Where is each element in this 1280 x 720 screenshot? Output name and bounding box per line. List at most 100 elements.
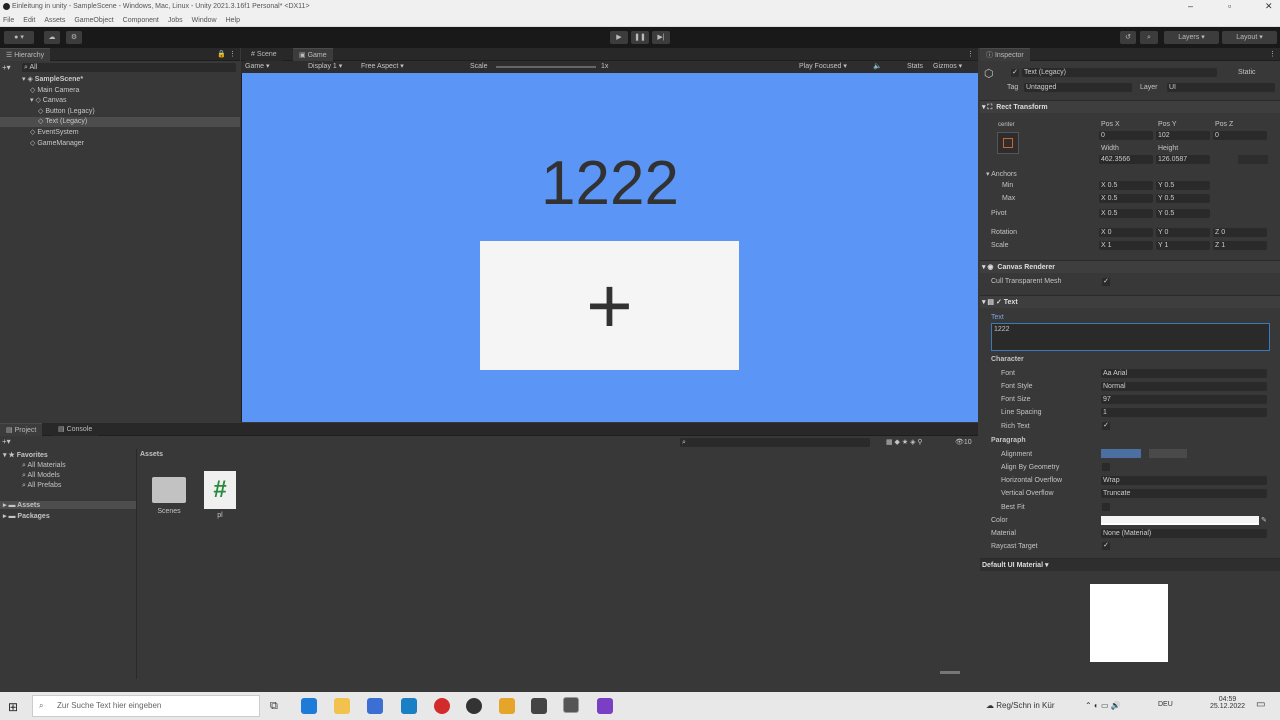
vertical-overflow-dropdown[interactable]: Truncate [1101, 489, 1267, 498]
opera-icon[interactable] [434, 698, 450, 714]
favorites-node[interactable]: ▾ ★ Favorites [3, 451, 48, 459]
pivot-y[interactable]: Y 0.5 [1156, 209, 1210, 218]
tab-scene[interactable]: # Scene [245, 48, 283, 61]
pos-y-field[interactable]: 102 [1156, 131, 1210, 140]
hierarchy-item[interactable]: ◇ Text (Legacy) [0, 117, 240, 128]
hierarchy-item[interactable]: ◇ EventSystem [0, 128, 240, 138]
color-swatch[interactable] [1101, 516, 1259, 525]
app-badge-icon[interactable] [499, 698, 515, 714]
layer-dropdown[interactable]: UI [1167, 83, 1275, 92]
menu-jobs[interactable]: Jobs [168, 14, 183, 27]
gizmos-dropdown[interactable]: Gizmos ▾ [933, 61, 962, 73]
stats-button[interactable]: Stats [907, 61, 923, 73]
game-canvas[interactable]: 1222 + [242, 73, 978, 422]
blueprint-raw-buttons[interactable] [1238, 155, 1268, 164]
minimize-icon[interactable]: – [1188, 1, 1193, 11]
text-component-header[interactable]: ▾ ▤ ✓ Text [980, 295, 1280, 308]
favorite-all-materials[interactable]: ⌕ All Materials [22, 462, 66, 470]
display-dropdown[interactable]: Display 1 ▾ [308, 61, 342, 73]
rect-transform-header[interactable]: ▾ ⛶ Rect Transform [980, 100, 1280, 113]
tray-icons[interactable]: ⌃ ◐ ▭ 🔊 [1085, 701, 1121, 710]
favorite-all-prefabs[interactable]: ⌕ All Prefabs [22, 482, 61, 490]
eyedropper-icon[interactable]: ✎ [1261, 516, 1267, 524]
weather-widget[interactable]: ☁ Reg/Schn in Kür [986, 701, 1055, 710]
play-icon[interactable]: ▶ [610, 31, 628, 44]
scale-z[interactable]: Z 1 [1213, 241, 1267, 250]
asset-script[interactable]: # pl [201, 471, 239, 519]
layers-dropdown[interactable]: Layers ▾ [1164, 31, 1219, 44]
anchor-max-y[interactable]: Y 0.5 [1156, 194, 1210, 203]
collab-icon[interactable]: ⚙ [66, 31, 82, 44]
language-indicator[interactable]: DEU [1158, 701, 1173, 708]
hidden-count[interactable]: 👁10 [955, 438, 972, 446]
font-field[interactable]: Aa Arial [1101, 369, 1267, 378]
windows-start-icon[interactable]: ⊞ [8, 700, 18, 714]
assets-node[interactable]: ▸ ▬ Assets [0, 501, 136, 509]
unity-hub-icon[interactable] [531, 698, 547, 714]
add-icon[interactable]: +▾ [2, 63, 11, 72]
vertical-alignment-buttons[interactable] [1149, 449, 1187, 458]
tab-hierarchy[interactable]: ☰ Hierarchy [0, 48, 51, 61]
material-field[interactable]: None (Material) [1101, 529, 1267, 538]
scale-y[interactable]: Y 1 [1156, 241, 1210, 250]
tag-dropdown[interactable]: Untagged [1024, 83, 1132, 92]
height-field[interactable]: 126.0587 [1156, 155, 1210, 164]
notification-icon[interactable]: ▭ [1256, 699, 1265, 710]
hierarchy-item[interactable]: ◇ Main Camera [0, 86, 240, 96]
pos-z-field[interactable]: 0 [1213, 131, 1267, 140]
rich-text-checkbox[interactable]: ✓ [1102, 422, 1110, 430]
lock-icon[interactable]: 🔒 [217, 50, 226, 58]
layout-dropdown[interactable]: Layout ▾ [1222, 31, 1277, 44]
text-value-input[interactable]: 1222 [991, 323, 1270, 351]
rotation-z[interactable]: Z 0 [1213, 228, 1267, 237]
more-icon[interactable]: ⋮ [229, 50, 236, 58]
aspect-dropdown[interactable]: Free Aspect ▾ [361, 61, 404, 73]
hierarchy-item[interactable]: ◇ Button (Legacy) [0, 107, 240, 117]
packages-node[interactable]: ▸ ▬ Packages [3, 512, 50, 520]
tab-game[interactable]: ▣ Game [293, 48, 333, 61]
cloud-icon[interactable]: ☁ [44, 31, 60, 44]
align-geometry-checkbox[interactable] [1102, 463, 1110, 471]
width-field[interactable]: 462.3566 [1099, 155, 1153, 164]
anchor-min-y[interactable]: Y 0.5 [1156, 181, 1210, 190]
pivot-x[interactable]: X 0.5 [1099, 209, 1153, 218]
canvas-renderer-header[interactable]: ▾ ◉ Canvas Renderer [980, 260, 1280, 273]
chrome-icon[interactable] [466, 698, 482, 714]
asset-scenes[interactable]: Scenes [150, 475, 188, 515]
hierarchy-item[interactable]: ◇ GameManager [0, 139, 240, 149]
task-view-icon[interactable]: ⧉ [270, 700, 278, 713]
account-button[interactable]: ● ▾ [4, 31, 34, 44]
menu-gameobject[interactable]: GameObject [74, 14, 113, 27]
menu-component[interactable]: Component [123, 14, 159, 27]
menu-assets[interactable]: Assets [44, 14, 65, 27]
horizontal-overflow-dropdown[interactable]: Wrap [1101, 476, 1267, 485]
horizontal-alignment-buttons[interactable] [1101, 449, 1141, 458]
cull-mesh-checkbox[interactable]: ✓ [1102, 278, 1110, 286]
default-material-header[interactable]: Default UI Material ▾ [980, 558, 1280, 571]
favorite-all-models[interactable]: ⌕ All Models [22, 472, 60, 480]
mail-icon[interactable] [401, 698, 417, 714]
pos-x-field[interactable]: 0 [1099, 131, 1153, 140]
tab-project[interactable]: ▤ Project [0, 423, 43, 436]
add-asset-icon[interactable]: +▾ [2, 437, 11, 446]
step-icon[interactable]: ▶| [652, 31, 670, 44]
anchor-preset-icon[interactable] [997, 132, 1019, 154]
hierarchy-item[interactable]: ▾ ◈ SampleScene* [0, 75, 240, 85]
menu-file[interactable]: File [3, 14, 14, 27]
rotation-y[interactable]: Y 0 [1156, 228, 1210, 237]
search-icon[interactable]: ⌕ [1140, 31, 1158, 44]
anchor-max-x[interactable]: X 0.5 [1099, 194, 1153, 203]
font-style-dropdown[interactable]: Normal [1101, 382, 1267, 391]
anchor-min-x[interactable]: X 0.5 [1099, 181, 1153, 190]
static-toggle[interactable]: Static [1238, 69, 1256, 76]
project-search-input[interactable]: ⌕ [680, 438, 870, 447]
scale-x[interactable]: X 1 [1099, 241, 1153, 250]
font-size-field[interactable]: 97 [1101, 395, 1267, 404]
file-explorer-icon[interactable] [334, 698, 350, 714]
raycast-checkbox[interactable]: ✓ [1102, 542, 1110, 550]
history-icon[interactable]: ↺ [1120, 31, 1136, 44]
tab-console[interactable]: ▤ Console [52, 423, 99, 436]
hierarchy-search-input[interactable]: ⌕ All [22, 63, 236, 72]
increment-button[interactable]: + [480, 241, 739, 370]
pause-icon[interactable]: ❚❚ [631, 31, 649, 44]
